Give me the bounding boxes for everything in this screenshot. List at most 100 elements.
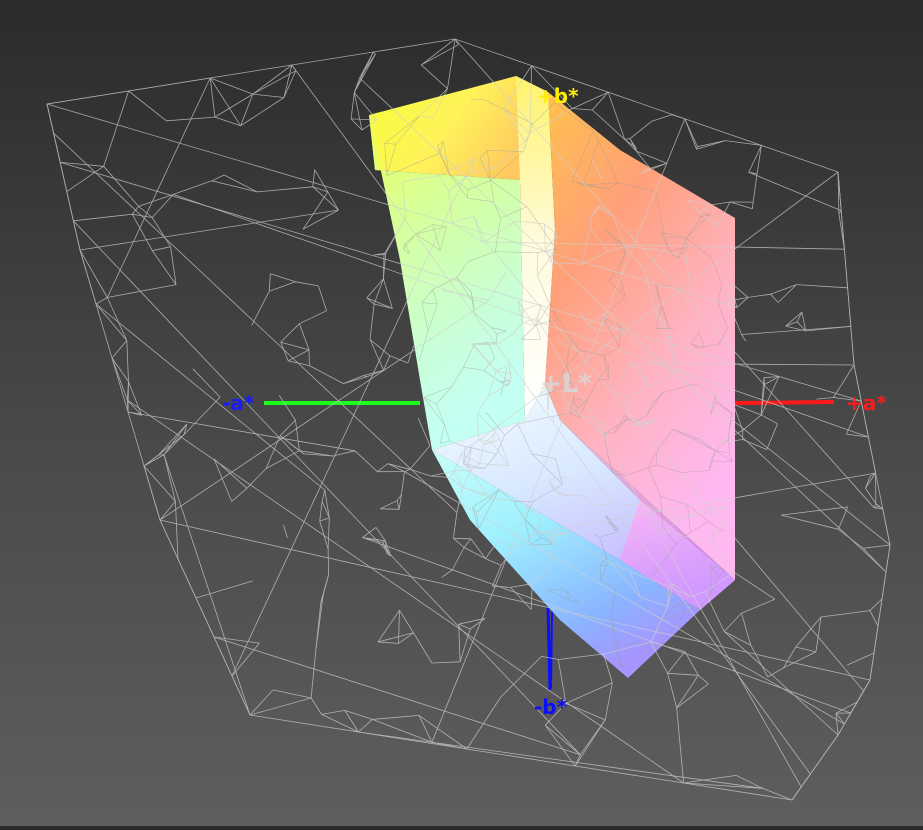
- wireframe-edge: [453, 512, 457, 538]
- wireframe-edge: [566, 703, 605, 720]
- wireframe-edge: [452, 548, 464, 571]
- wireframe-edge: [212, 181, 257, 192]
- wireframe-edge: [158, 435, 184, 455]
- wireframe-edge: [652, 115, 672, 121]
- wireframe-edge: [80, 250, 96, 304]
- wireframe-edge: [127, 341, 129, 382]
- wireframe-edge: [844, 713, 850, 724]
- wireframe-edge: [358, 732, 762, 788]
- wireframe-edge: [432, 662, 460, 663]
- axis-label-minus-a: -a*: [222, 391, 255, 415]
- wireframe-edge: [241, 98, 284, 126]
- wireframe-edge: [844, 249, 847, 288]
- wireframe-edge: [247, 469, 266, 489]
- wireframe-edge: [370, 340, 390, 356]
- wireframe-edge: [210, 78, 240, 126]
- wireframe-edge: [778, 285, 796, 303]
- wireframe-edge: [486, 559, 502, 566]
- wireframe-edge: [742, 613, 751, 645]
- wireframe-edge: [367, 279, 384, 298]
- wireframe-edge: [358, 719, 372, 732]
- wireframe-edge: [459, 624, 460, 662]
- wireframe-edge: [67, 192, 74, 221]
- wireframe-edge: [214, 637, 232, 676]
- wireframe-edge: [158, 424, 186, 455]
- wireframe-edge: [184, 397, 220, 435]
- wireframe-edge: [214, 637, 260, 643]
- wireframe-edge: [299, 451, 332, 456]
- wireframe-edge: [171, 247, 176, 285]
- wireframe-edge: [668, 673, 677, 708]
- axis-label-plus-b: +b*: [537, 84, 579, 108]
- wireframe-edge: [316, 596, 323, 649]
- wireframe-edge: [380, 501, 397, 509]
- wireframe-edge: [253, 94, 284, 97]
- wireframe-edge: [767, 424, 778, 450]
- wireframe-edge: [112, 358, 127, 400]
- wireframe-edge: [863, 545, 890, 548]
- wireframe-edge: [73, 214, 132, 221]
- wireframe-edge: [801, 774, 810, 787]
- wireframe-edge: [284, 71, 296, 98]
- wireframe-edge: [421, 39, 455, 65]
- wireframe-edge: [464, 539, 471, 548]
- wireframe-edge: [320, 501, 322, 521]
- wireframe-edge: [283, 525, 287, 538]
- wireframe-edge: [250, 698, 311, 715]
- wireframe-edge: [501, 656, 542, 697]
- wireframe-edge: [566, 683, 612, 704]
- wireframe-edge: [383, 279, 392, 309]
- wireframe-edge: [421, 65, 447, 89]
- wireframe-edge: [836, 713, 844, 724]
- wireframe-edge: [511, 587, 532, 609]
- wireframe-edge: [107, 285, 176, 298]
- wireframe-edge: [848, 288, 851, 327]
- wireframe-edge: [865, 473, 875, 488]
- wireframe-edge: [672, 115, 685, 119]
- wireframe-edge: [152, 251, 176, 285]
- wireframe-edge: [232, 643, 260, 676]
- wireframe-edge: [215, 117, 241, 126]
- wireframe-edge: [320, 521, 328, 549]
- wireframe-edge: [625, 139, 630, 140]
- wireframe-edge: [47, 91, 129, 104]
- wireframe-edge: [54, 133, 61, 162]
- gamut-3d-viewer[interactable]: +b* -a* +a* -b* +L*: [0, 0, 923, 826]
- wireframe-edge: [322, 710, 345, 714]
- wireframe-edge: [724, 632, 838, 736]
- wireframe-edge: [281, 342, 309, 350]
- wireframe-edge: [684, 775, 737, 783]
- wireframe-edge: [250, 690, 273, 715]
- gamut-scene[interactable]: +b* -a* +a* -b* +L*: [0, 0, 923, 826]
- wireframe-edge: [883, 509, 890, 545]
- wireframe-edge: [212, 175, 224, 181]
- wireframe-edge: [351, 92, 354, 119]
- wireframe-edge: [322, 490, 325, 501]
- wireframe-edge: [373, 52, 375, 54]
- wireframe-edge: [838, 507, 847, 529]
- wireframe-edge: [214, 459, 247, 488]
- wireframe-edge: [367, 298, 374, 304]
- wireframe-edge: [280, 420, 295, 436]
- wireframe-edge: [771, 285, 797, 295]
- wireframe-edge: [354, 78, 359, 92]
- wireframe-edge: [253, 71, 296, 94]
- wireframe-edge: [345, 710, 373, 719]
- wireframe-edge: [668, 652, 685, 674]
- wireframe-edge: [781, 507, 848, 515]
- wireframe-edge: [367, 298, 393, 309]
- wireframe-edge: [303, 192, 328, 229]
- wireframe-edge: [401, 472, 404, 495]
- wireframe-edge: [232, 676, 250, 715]
- wireframe-edge: [210, 78, 253, 94]
- wireframe-edge: [107, 298, 127, 341]
- wireframe-edge: [343, 377, 367, 384]
- wireframe-edge: [705, 592, 724, 632]
- wireframe-edge: [215, 94, 253, 117]
- wireframe-edge: [817, 398, 834, 400]
- wireframe-edge: [144, 466, 160, 520]
- wireframe-edge: [96, 298, 107, 305]
- wireframe-edge: [104, 166, 139, 206]
- wireframe-edge: [144, 455, 164, 466]
- wireframe-edge: [771, 294, 779, 302]
